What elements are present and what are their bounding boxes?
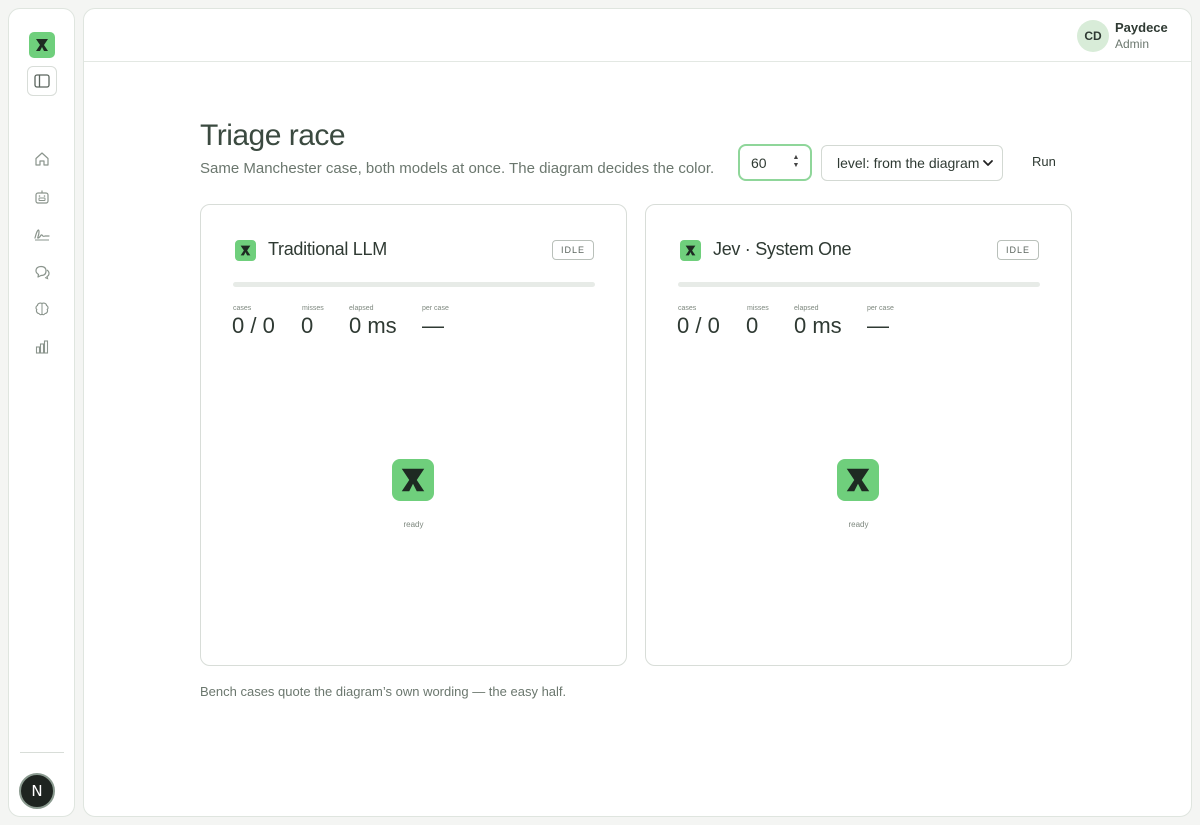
stat-elapsed: 0 ms (349, 313, 397, 338)
level-select[interactable]: level: from the diagram (821, 145, 1003, 181)
card-state: ready (848, 520, 869, 529)
model-logo-large-icon (837, 459, 879, 501)
stat-label-misses: misses (302, 305, 324, 312)
top-bar: CD Paydece Admin (84, 9, 1191, 62)
model-card-traditional: Traditional LLM IDLE cases 0 / 0 misses … (200, 204, 627, 666)
nav-chat-icon[interactable] (32, 262, 52, 282)
user-avatar[interactable]: CD (1077, 20, 1109, 52)
stat-label-misses: misses (747, 305, 769, 312)
case-count-input[interactable]: 60 ▲ ▼ (738, 144, 812, 181)
user-name: Paydece (1115, 20, 1168, 35)
user-role: Admin (1115, 37, 1150, 51)
stat-label-per-case: per case (422, 305, 449, 312)
status-badge: IDLE (996, 240, 1039, 260)
footnote: Bench cases quote the diagram’s own word… (200, 684, 567, 699)
sidebar-toggle-button[interactable] (27, 66, 57, 96)
nav-chart-icon[interactable] (32, 337, 52, 357)
stat-label-elapsed: elapsed (794, 305, 819, 312)
card-title: Jev · System One (713, 239, 852, 259)
card-state: ready (403, 520, 424, 529)
stat-label-cases: cases (678, 305, 697, 312)
brand-logo-icon[interactable] (29, 32, 55, 58)
sidebar: N (8, 8, 75, 817)
progress-bar (233, 282, 595, 287)
progress-bar (678, 282, 1040, 287)
sidebar-toggle-icon (34, 74, 50, 88)
page-title: Triage race (200, 119, 346, 152)
model-logo-icon (235, 240, 256, 261)
stat-cases: 0 / 0 (677, 313, 720, 338)
stat-label-cases: cases (233, 305, 252, 312)
nav-signature-icon[interactable] (32, 224, 52, 244)
stat-elapsed: 0 ms (794, 313, 842, 338)
card-title: Traditional LLM (268, 239, 387, 259)
stat-cases: 0 / 0 (232, 313, 275, 338)
stat-label-elapsed: elapsed (349, 305, 374, 312)
case-count-value: 60 (751, 154, 767, 171)
model-logo-large-icon (392, 459, 434, 501)
stat-misses: 0 (746, 313, 759, 338)
nav-home-icon[interactable] (32, 149, 52, 169)
run-button[interactable]: Run (1024, 151, 1064, 175)
stat-label-per-case: per case (867, 305, 894, 312)
model-card-jev: Jev · System One IDLE cases 0 / 0 misses… (645, 204, 1072, 666)
sidebar-divider (20, 752, 64, 753)
main-panel: CD Paydece Admin Triage race Same Manche… (83, 8, 1192, 817)
nav-brain-icon[interactable] (32, 299, 52, 319)
stepper-icon[interactable]: ▲ ▼ (792, 154, 800, 172)
stat-misses: 0 (301, 313, 314, 338)
level-select-value: level: from the diagram (837, 155, 980, 171)
model-logo-icon (680, 240, 701, 261)
stat-per-case: — (867, 313, 889, 338)
stat-per-case: — (422, 313, 444, 338)
page-subtitle: Same Manchester case, both models at onc… (200, 160, 715, 177)
status-badge: IDLE (551, 240, 594, 260)
nav-bot-icon[interactable] (32, 187, 52, 207)
workspace-avatar[interactable]: N (19, 773, 55, 809)
chevron-down-icon (983, 160, 993, 166)
